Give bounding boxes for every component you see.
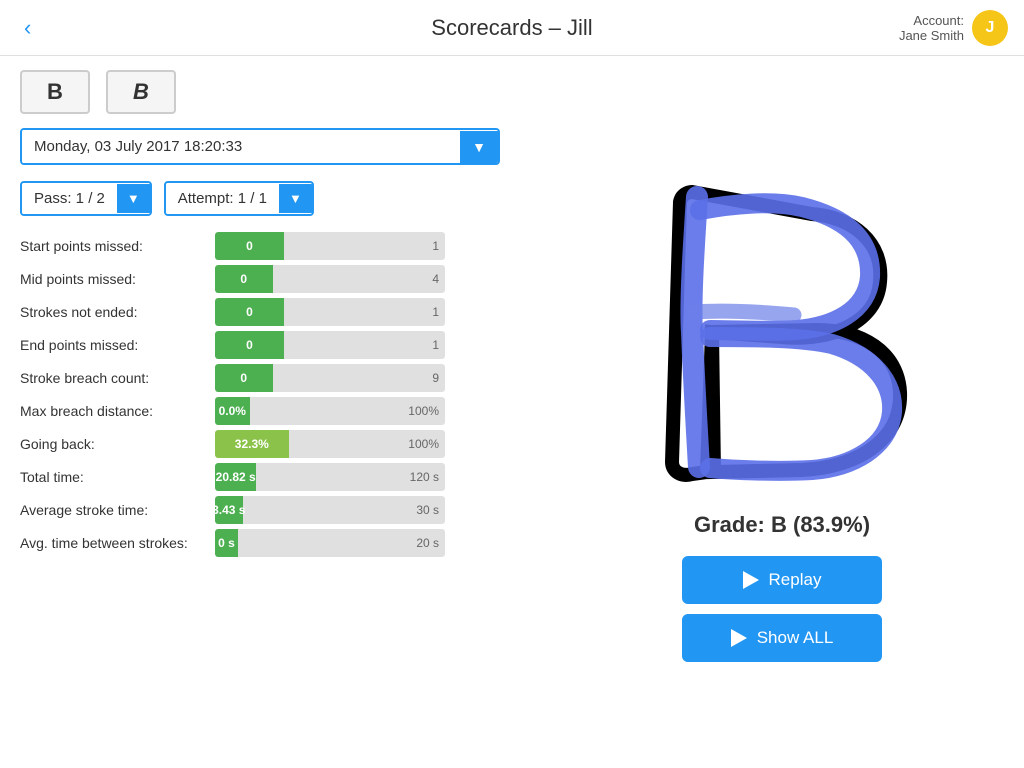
pass-arrow[interactable]: ▼ [117, 184, 150, 213]
metric-bar-container: 20.82 s 120 s [215, 463, 445, 491]
grade-button-italic[interactable]: B [106, 70, 176, 114]
metric-bar-container: 04 [215, 265, 445, 293]
metric-bar-value: 0 [240, 239, 259, 253]
metric-max-value: 4 [432, 272, 439, 286]
metrics-list: Start points missed:01Mid points missed:… [20, 232, 520, 557]
metric-bar-container: 01 [215, 331, 445, 359]
metric-row: Max breach distance: 0.0% 100% [20, 397, 520, 425]
header: ‹ Scorecards – Jill Account: Jane Smith … [0, 0, 1024, 56]
metric-bar-fill: 0.0% [215, 397, 250, 425]
metric-bar-fill: 3.43 s [215, 496, 243, 524]
metric-bar-container: 0 s 20 s [215, 529, 445, 557]
metric-label: Strokes not ended: [20, 304, 205, 320]
replay-button[interactable]: Replay [682, 556, 882, 604]
metric-bar-value: 0.0% [215, 404, 252, 418]
metric-max-value: 120 s [410, 470, 439, 484]
show-all-label: Show ALL [757, 628, 834, 648]
metric-row: Total time: 20.82 s 120 s [20, 463, 520, 491]
account-section: Account: Jane Smith J [899, 10, 1008, 46]
metric-bar-value: 32.3% [229, 437, 275, 451]
account-info: Account: Jane Smith [899, 13, 964, 43]
pass-label: Pass: 1 / 2 [22, 183, 117, 214]
metric-row: End points missed:01 [20, 331, 520, 359]
metric-label: Max breach distance: [20, 403, 205, 419]
metric-max-value: 1 [432, 239, 439, 253]
metric-label: Start points missed: [20, 238, 205, 254]
metric-bar-fill: 0 [215, 232, 284, 260]
metric-bar-value: 0 [234, 371, 253, 385]
metric-max-value: 30 s [416, 503, 439, 517]
main-content: B B Monday, 03 July 2017 18:20:33 ▼ Pass… [0, 56, 1024, 768]
metric-label: Total time: [20, 469, 205, 485]
metric-bar-value: 0 [240, 305, 259, 319]
replay-play-icon [743, 571, 759, 589]
back-button[interactable]: ‹ [16, 11, 39, 45]
metric-bar-container: 01 [215, 298, 445, 326]
page-title: Scorecards – Jill [431, 15, 592, 41]
metric-bar-value: 3.43 s [215, 503, 251, 517]
metric-bar-fill: 20.82 s [215, 463, 256, 491]
replay-label: Replay [769, 570, 822, 590]
right-panel: Grade: B (83.9%) Replay Show ALL [540, 56, 1024, 768]
metric-bar-container: 09 [215, 364, 445, 392]
metric-bar-fill: 0 [215, 298, 284, 326]
attempt-arrow[interactable]: ▼ [279, 184, 312, 213]
metric-bar-fill: 0 [215, 331, 284, 359]
attempt-selector[interactable]: Attempt: 1 / 1 ▼ [164, 181, 314, 216]
metric-row: Start points missed:01 [20, 232, 520, 260]
account-label: Account: [899, 13, 964, 28]
metric-row: Avg. time between strokes: 0 s 20 s [20, 529, 520, 557]
metric-bar-value: 0 s [215, 536, 241, 550]
metric-bar-value: 20.82 s [215, 470, 262, 484]
metric-row: Average stroke time: 3.43 s 30 s [20, 496, 520, 524]
metric-bar-value: 0 [240, 338, 259, 352]
metric-max-value: 1 [432, 338, 439, 352]
date-dropdown-arrow[interactable]: ▼ [460, 131, 498, 163]
metric-row: Stroke breach count:09 [20, 364, 520, 392]
left-panel: B B Monday, 03 July 2017 18:20:33 ▼ Pass… [0, 56, 540, 768]
metric-bar-fill: 0 [215, 364, 273, 392]
metric-label: Stroke breach count: [20, 370, 205, 386]
metric-max-value: 9 [432, 371, 439, 385]
metric-label: Avg. time between strokes: [20, 535, 205, 551]
show-all-play-icon [731, 629, 747, 647]
metric-bar-value: 0 [234, 272, 253, 286]
metric-label: Going back: [20, 436, 205, 452]
date-dropdown[interactable]: Monday, 03 July 2017 18:20:33 ▼ [20, 128, 500, 165]
metric-label: End points missed: [20, 337, 205, 353]
metric-max-value: 100% [408, 437, 439, 451]
metric-row: Mid points missed:04 [20, 265, 520, 293]
metric-bar-container: 01 [215, 232, 445, 260]
metric-bar-container: 3.43 s 30 s [215, 496, 445, 524]
metric-label: Mid points missed: [20, 271, 205, 287]
selectors-row: Pass: 1 / 2 ▼ Attempt: 1 / 1 ▼ [20, 181, 520, 216]
attempt-label: Attempt: 1 / 1 [166, 183, 279, 214]
metric-bar-fill: 0 s [215, 529, 238, 557]
grade-buttons-row: B B [20, 70, 520, 114]
metric-bar-fill: 32.3% [215, 430, 289, 458]
show-all-button[interactable]: Show ALL [682, 614, 882, 662]
metric-label: Average stroke time: [20, 502, 205, 518]
avatar: J [972, 10, 1008, 46]
metric-bar-fill: 0 [215, 265, 273, 293]
pass-selector[interactable]: Pass: 1 / 2 ▼ [20, 181, 152, 216]
metric-max-value: 1 [432, 305, 439, 319]
metric-max-value: 100% [408, 404, 439, 418]
metric-row: Going back: 32.3% 100% [20, 430, 520, 458]
metric-bar-container: 0.0% 100% [215, 397, 445, 425]
metric-row: Strokes not ended:01 [20, 298, 520, 326]
grade-button-normal[interactable]: B [20, 70, 90, 114]
grade-display: Grade: B (83.9%) [694, 512, 870, 538]
account-name: Jane Smith [899, 28, 964, 43]
metric-bar-container: 32.3% 100% [215, 430, 445, 458]
letter-drawing [632, 162, 932, 502]
metric-max-value: 20 s [416, 536, 439, 550]
action-buttons: Replay Show ALL [682, 556, 882, 662]
date-value: Monday, 03 July 2017 18:20:33 [22, 130, 460, 163]
